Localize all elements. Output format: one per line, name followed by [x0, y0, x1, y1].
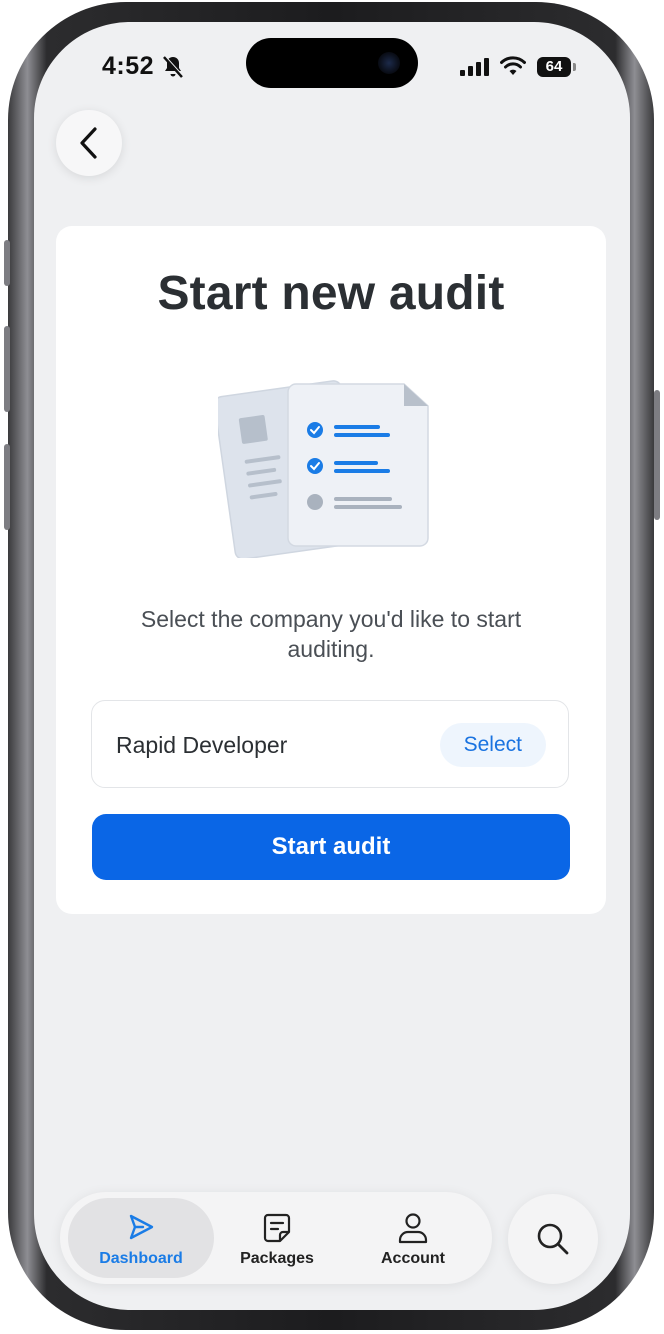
tab-label: Packages	[240, 1250, 314, 1267]
battery-cap	[573, 63, 576, 71]
note-icon	[263, 1213, 291, 1243]
front-camera	[378, 52, 400, 74]
status-time: 4:52	[102, 52, 155, 80]
documents-illustration	[218, 380, 429, 558]
page-title: Start new audit	[157, 267, 505, 320]
volume-down-button	[4, 444, 10, 530]
action-button	[4, 240, 10, 286]
tab-packages[interactable]: Packages	[204, 1198, 350, 1278]
cellular-signal-icon	[460, 58, 489, 76]
volume-up-button	[4, 326, 10, 412]
select-company-button[interactable]: Select	[439, 723, 546, 767]
company-name: Rapid Developer	[116, 732, 288, 758]
audit-card: Start new audit Select the company you'd…	[56, 226, 606, 914]
company-selector[interactable]: Rapid Developer Select	[91, 700, 569, 788]
power-button	[654, 390, 660, 520]
search-button[interactable]	[508, 1194, 598, 1284]
tab-account[interactable]: Account	[340, 1198, 486, 1278]
chevron-left-icon	[80, 127, 97, 159]
user-icon	[398, 1213, 428, 1244]
tab-dashboard[interactable]: Dashboard	[68, 1198, 214, 1278]
battery-indicator: 64	[537, 57, 571, 77]
bell-slash-icon	[163, 55, 184, 78]
send-icon	[129, 1214, 154, 1240]
wifi-icon	[500, 56, 526, 75]
screen: 4:52 64 Start new audit Select the compa…	[34, 22, 630, 1310]
start-audit-button[interactable]: Start audit	[92, 814, 570, 880]
dynamic-island	[246, 38, 418, 88]
tab-label: Account	[381, 1250, 445, 1267]
page-subtitle: Select the company you'd like to start a…	[140, 606, 522, 662]
search-icon	[537, 1223, 569, 1255]
back-button[interactable]	[56, 110, 122, 176]
tab-label: Dashboard	[99, 1250, 183, 1267]
tab-bar: Dashboard Packages Account	[60, 1192, 492, 1284]
